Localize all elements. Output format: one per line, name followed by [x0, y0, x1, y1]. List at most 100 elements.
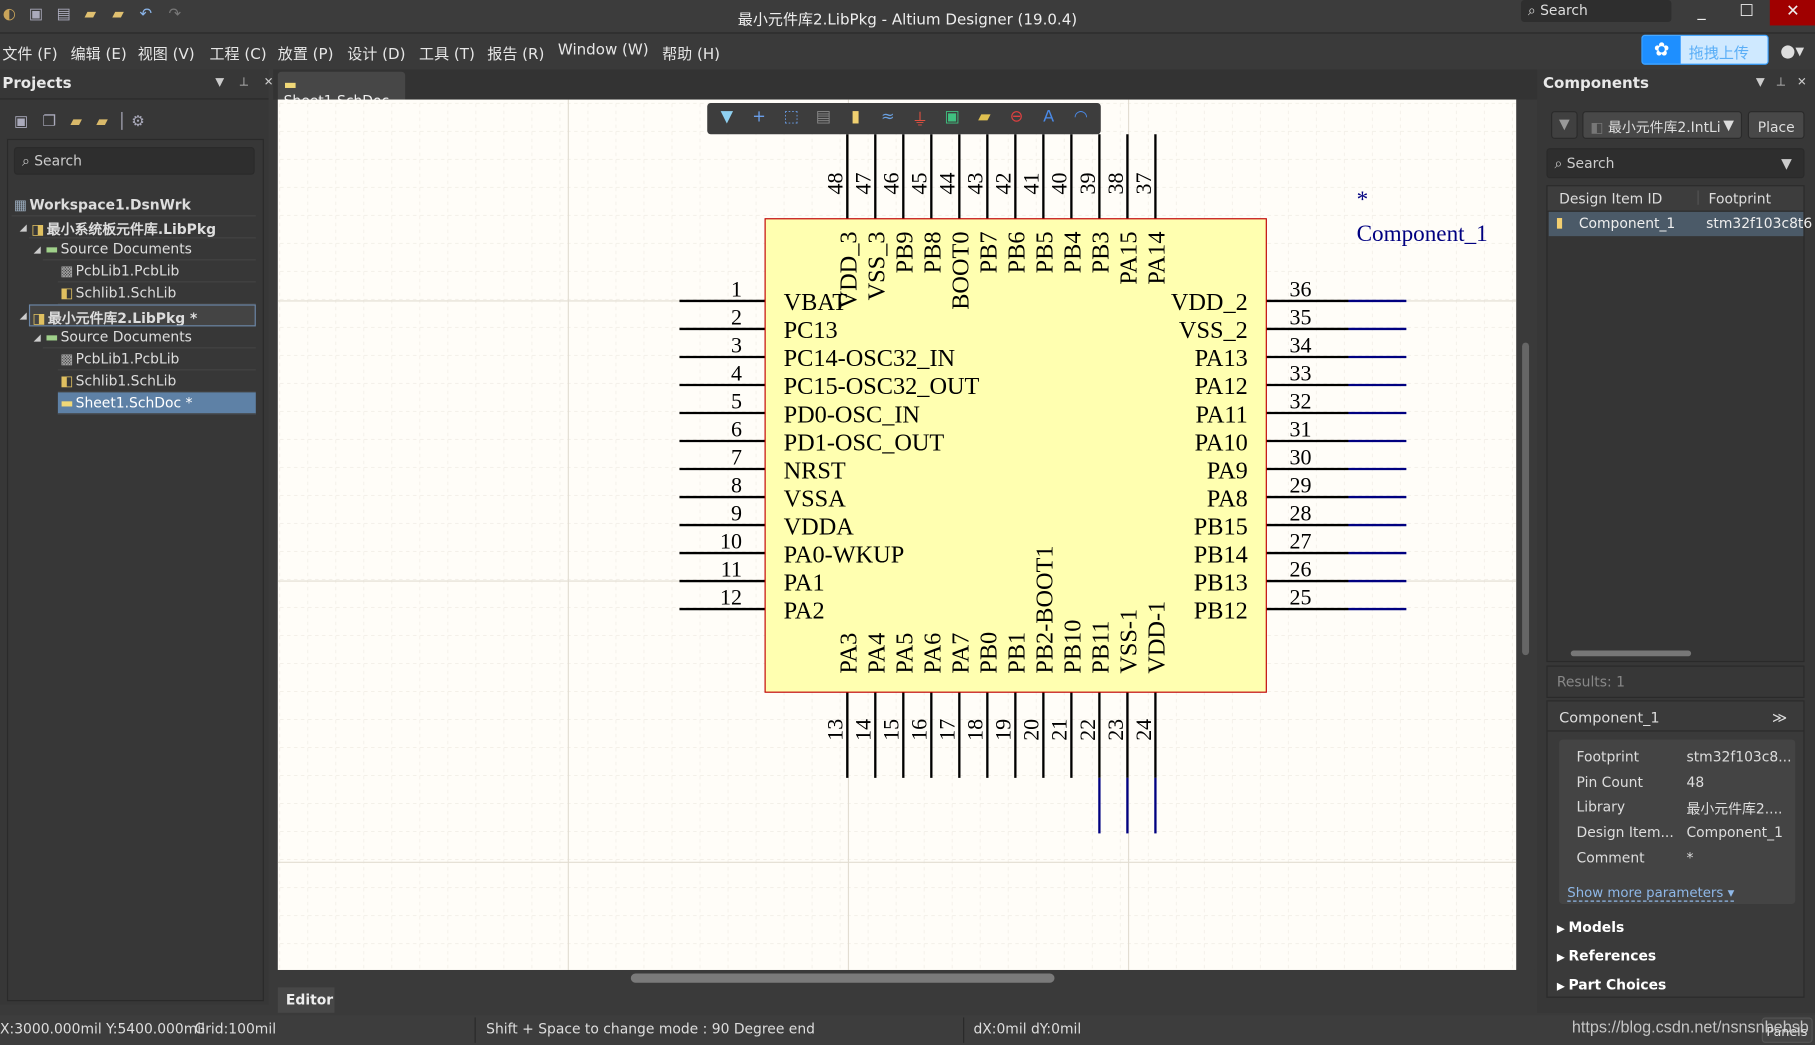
pin-name: PB14 — [1194, 541, 1248, 568]
pin-number: 5 — [731, 388, 742, 413]
tree-item[interactable]: ▦ Workspace1.DsnWrk — [11, 194, 256, 217]
details-header[interactable]: Component_1 ≫ — [1547, 701, 1804, 732]
panel-menu-icon[interactable]: ▼ ⊥ ✕ — [215, 76, 273, 89]
part-icon[interactable]: ▮ — [843, 108, 868, 129]
projects-search-input[interactable]: ⌕ Search — [13, 147, 255, 175]
property-value: Component_1 — [1686, 824, 1783, 841]
tab-editor[interactable]: Editor — [277, 987, 335, 1013]
vertical-scrollbar[interactable] — [1516, 99, 1535, 970]
cell-footprint: stm32f103c8t6 — [1706, 215, 1813, 232]
pin-name: VDD_3 — [836, 231, 863, 308]
expand-arrow-icon[interactable]: ◢ — [20, 310, 27, 320]
minimize-button[interactable]: _ — [1678, 0, 1724, 25]
upload-button[interactable]: ✿ 拖拽上传 — [1641, 34, 1769, 65]
components-search-input[interactable]: ⌕ Search ▼ — [1546, 148, 1805, 179]
divider — [0, 98, 269, 100]
text-icon[interactable]: A — [1036, 108, 1061, 129]
place-button[interactable]: Place — [1747, 111, 1805, 139]
tree-item[interactable]: ◧ Schlib1.SchLib — [57, 282, 256, 305]
library-select[interactable]: ◧ 最小元件库2.IntLi ▼ — [1582, 111, 1743, 139]
menu-item[interactable]: 工程 (C) — [210, 42, 267, 63]
expand-arrow-icon[interactable]: ◢ — [34, 332, 41, 342]
show-more-parameters-link[interactable]: Show more parameters ▾ — [1567, 884, 1735, 902]
vertical-scroll-thumb[interactable] — [1522, 342, 1530, 656]
menu-item[interactable]: 工具 (T) — [419, 42, 475, 63]
section-references[interactable]: ▶ References — [1557, 948, 1656, 964]
horizontal-scrollbar[interactable] — [277, 969, 1517, 987]
ground-icon[interactable]: ⏚ — [907, 108, 932, 130]
collapse-icon[interactable]: ≫ — [1772, 708, 1787, 725]
tree-item[interactable]: ▬ Source Documents — [42, 238, 256, 261]
folder-settings-icon[interactable]: ▰ — [96, 113, 108, 130]
align-icon[interactable]: ▤ — [811, 108, 836, 129]
gear-icon[interactable]: ⚙ — [131, 113, 144, 130]
table-horizontal-scrollbar[interactable] — [1555, 649, 1796, 658]
menu-item[interactable]: 编辑 (E) — [71, 42, 127, 63]
menu-item[interactable]: Window (W) — [558, 42, 649, 59]
tree-item[interactable]: ▩ PcbLib1.PcbLib — [57, 348, 256, 371]
pin-name: PA8 — [1207, 485, 1248, 512]
pin-number: 1 — [731, 276, 742, 301]
schematic-canvas[interactable]: 1 VBAT 2 PC13 3 PC14-OSC32_IN 4 PC15-OSC32_OUT 5… — [277, 99, 1517, 970]
menu-item[interactable]: 视图 (V) — [138, 42, 195, 63]
details-title: Component_1 — [1559, 708, 1660, 726]
section-part-choices[interactable]: ▶ Part Choices — [1557, 977, 1666, 993]
expand-arrow-icon[interactable]: ◢ — [20, 222, 27, 232]
tree-item-label: Sheet1.SchDoc * — [75, 394, 193, 411]
select-rect-icon[interactable]: ⬚ — [779, 108, 804, 129]
library-value: 最小元件库2.IntLi — [1607, 119, 1721, 136]
pin-name: PB3 — [1088, 231, 1115, 273]
folder-search-icon[interactable]: ▰ — [70, 113, 82, 130]
library-icon: ◧ — [1590, 119, 1604, 136]
close-button[interactable]: ✕ — [1769, 0, 1815, 26]
chevron-down-icon[interactable]: ▼ — [1781, 155, 1792, 171]
maximize-button[interactable]: ☐ — [1724, 0, 1770, 25]
save-project-icon[interactable]: ▣ — [14, 113, 28, 130]
net-label-icon[interactable]: ▰ — [972, 108, 997, 129]
arc-icon[interactable]: ◠ — [1068, 108, 1093, 129]
filter-icon[interactable]: ▼ — [714, 108, 739, 129]
menu-item[interactable]: 放置 (P) — [278, 42, 334, 63]
expand-arrow-icon[interactable]: ◢ — [34, 244, 41, 254]
tree-item[interactable]: ◧ Schlib1.SchLib — [57, 370, 256, 393]
crosshair-icon[interactable]: + — [746, 108, 771, 129]
sheet-symbol-icon[interactable]: ▣ — [939, 108, 964, 129]
section-models[interactable]: ▶ Models — [1557, 919, 1624, 935]
user-account-icon[interactable]: ●▾ — [1780, 41, 1804, 62]
pin-name: PA4 — [864, 633, 891, 674]
component-designator[interactable]: * — [1357, 187, 1369, 213]
table-row[interactable]: ▮ Component_1 stm32f103c8t6 — [1548, 211, 1812, 237]
tree-item[interactable]: ◨ 最小系统板元件库.LibPkg — [28, 216, 256, 239]
column-footprint[interactable]: Footprint — [1708, 191, 1771, 207]
projects-title: Projects — [2, 75, 72, 93]
pin-number: 44 — [935, 172, 960, 194]
bus-icon[interactable]: ≈ — [875, 108, 900, 129]
grid-size[interactable]: Grid:100mil — [194, 1021, 276, 1037]
panel-menu-icon[interactable]: ▼ ⊥ ✕ — [1756, 76, 1807, 89]
property-label: Comment — [1576, 849, 1645, 866]
pin-name: PB15 — [1194, 513, 1248, 540]
menu-item[interactable]: 设计 (D) — [347, 42, 405, 63]
component-comment[interactable]: Component_1 — [1357, 221, 1488, 247]
port-icon[interactable]: ⊖ — [1004, 108, 1029, 129]
tree-item[interactable]: ▩ PcbLib1.PcbLib — [57, 260, 256, 283]
tree-item[interactable]: ▬ Sheet1.SchDoc * — [57, 392, 256, 415]
pin-name: PB9 — [892, 231, 919, 273]
tree-item[interactable]: ▬ Source Documents — [42, 326, 256, 349]
horizontal-scroll-thumb[interactable] — [630, 973, 1055, 983]
tree-item[interactable]: ◨ 最小元件库2.LibPkg * — [28, 304, 256, 327]
pin-name: PD1-OSC_OUT — [784, 429, 945, 456]
tab-sheet1-schdoc[interactable]: ▬ Sheet1.SchDoc * — [277, 71, 406, 125]
copy-icon[interactable]: ❐ — [42, 113, 55, 130]
menu-item[interactable]: 文件 (F) — [2, 42, 57, 63]
column-design-item-id[interactable]: Design Item ID — [1559, 191, 1662, 207]
menu-item[interactable]: 报告 (R) — [487, 42, 544, 63]
tree-item-label: Source Documents — [60, 240, 192, 257]
pin-number: 16 — [907, 719, 932, 741]
property-label: Design Item... — [1576, 824, 1674, 841]
global-search-input[interactable]: ⌕ Search — [1520, 0, 1672, 22]
results-count: Results: 1 — [1546, 665, 1805, 698]
menu-item[interactable]: 帮助 (H) — [662, 42, 720, 63]
schdoc-icon: ▬ — [283, 76, 297, 93]
filter-button[interactable]: ▼ — [1551, 111, 1578, 139]
